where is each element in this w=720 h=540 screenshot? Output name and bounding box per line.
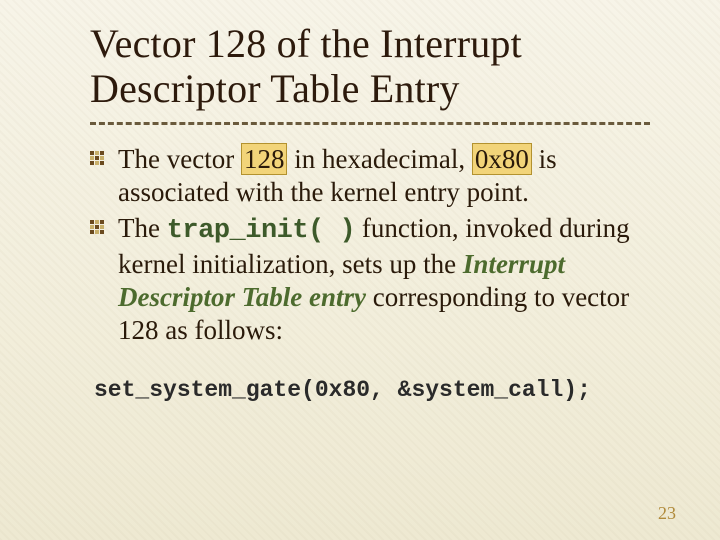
code-line: set_system_gate(0x80, &system_call); <box>90 377 650 403</box>
text-run: The <box>118 213 167 243</box>
text-run: The vector <box>118 144 241 174</box>
code-inline-trap-init: trap_init( ) <box>167 216 355 246</box>
bullet-item: The vector 128 in hexadecimal, 0x80 is a… <box>90 143 650 209</box>
page-number: 23 <box>658 503 676 524</box>
slide-content: Vector 128 of the Interrupt Descriptor T… <box>0 0 720 403</box>
slide-title: Vector 128 of the Interrupt Descriptor T… <box>90 22 650 112</box>
highlight-128: 128 <box>241 143 288 175</box>
bullet-item: The trap_init( ) function, invoked durin… <box>90 212 650 347</box>
bullet-icon <box>90 151 106 167</box>
bullet-icon <box>90 220 106 236</box>
text-run: in hexadecimal, <box>287 144 471 174</box>
highlight-0x80: 0x80 <box>472 143 532 175</box>
title-divider <box>90 122 650 125</box>
bullet-list: The vector 128 in hexadecimal, 0x80 is a… <box>90 143 650 348</box>
